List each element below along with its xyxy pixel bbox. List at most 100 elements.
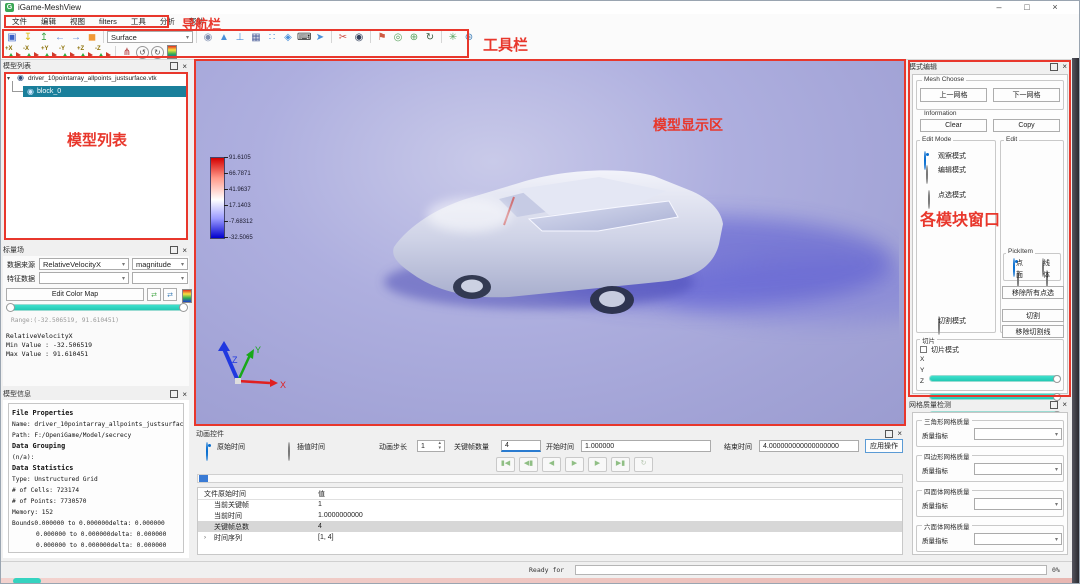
prev-keyframe-button[interactable]: ◀▮ bbox=[519, 457, 538, 472]
close-panel-icon[interactable]: × bbox=[182, 391, 187, 398]
visibility-icon[interactable]: ◉ bbox=[201, 31, 215, 44]
save-icon[interactable]: ▣ bbox=[5, 31, 19, 44]
original-time-radio[interactable] bbox=[206, 442, 208, 461]
next-mesh-button[interactable]: 下一网格 bbox=[993, 88, 1060, 102]
tet-metric-combo[interactable]: ▾ bbox=[974, 498, 1062, 510]
end-time-input[interactable]: 4.000000000000000000 bbox=[759, 440, 859, 452]
rotate-cw-90-icon[interactable]: ↻ bbox=[151, 46, 164, 59]
clear-button[interactable]: Clear bbox=[920, 119, 987, 132]
remove-all-picks-button[interactable]: 移除所有点选 bbox=[1002, 286, 1064, 299]
snap-icon[interactable]: ✳ bbox=[446, 31, 460, 44]
table-row[interactable]: 当前关键帧1 bbox=[198, 499, 902, 510]
range-min-handle[interactable] bbox=[6, 303, 15, 312]
slice-x-slider[interactable] bbox=[929, 375, 1061, 382]
representation-combo[interactable]: Surface▾ bbox=[107, 31, 193, 43]
edit-colormap-button[interactable]: Edit Color Map bbox=[6, 288, 144, 301]
skip-start-button[interactable]: ▮◀ bbox=[496, 457, 515, 472]
cut-button[interactable]: 切割 bbox=[1002, 309, 1064, 322]
cone-icon[interactable]: ▲ bbox=[217, 31, 231, 44]
colormap-swap-icon[interactable]: ⇄ bbox=[147, 288, 161, 301]
align-+y-button[interactable]: +Y bbox=[41, 46, 57, 59]
feature-component-combo[interactable]: ▾ bbox=[132, 272, 188, 284]
delete-icon[interactable]: ◼ bbox=[85, 31, 99, 44]
menu-item-帮助[interactable]: 帮助 bbox=[182, 16, 211, 27]
feature-combo[interactable]: ▾ bbox=[39, 272, 129, 284]
flatten-icon[interactable]: ⊥ bbox=[233, 31, 247, 44]
maximize-button[interactable]: □ bbox=[1013, 1, 1041, 14]
rotate-ccw-90-icon[interactable]: ↺ bbox=[136, 46, 149, 59]
mesh-cube-icon[interactable]: ▦ bbox=[249, 31, 263, 44]
step-spinbox[interactable]: 1▴▾ bbox=[417, 440, 445, 452]
pointer-icon[interactable]: ➤ bbox=[313, 31, 327, 44]
menu-item-视图[interactable]: 视图 bbox=[63, 16, 92, 27]
triangle-metric-combo[interactable]: ▾ bbox=[974, 428, 1062, 440]
colormap-import-icon[interactable]: ⇄ bbox=[163, 288, 177, 301]
hex-metric-combo[interactable]: ▾ bbox=[974, 533, 1062, 545]
tree-root-item[interactable]: driver_10pointarray_allpoints_justsurfac… bbox=[28, 75, 186, 82]
apply-button[interactable]: 应用操作 bbox=[865, 439, 903, 453]
float-panel-icon[interactable] bbox=[170, 246, 178, 254]
copy-button[interactable]: Copy bbox=[993, 119, 1060, 132]
block-eye-icon[interactable]: ◉ bbox=[27, 87, 34, 96]
export-icon[interactable]: ↥ bbox=[37, 31, 51, 44]
back-icon[interactable]: ← bbox=[53, 31, 67, 44]
refresh-icon[interactable]: ↻ bbox=[423, 31, 437, 44]
float-panel-icon[interactable] bbox=[170, 62, 178, 70]
viewport-3d[interactable]: 91.610566.787141.963717.1403-7.68312-32.… bbox=[194, 59, 906, 426]
table-row-expandable[interactable]: › 时间序列[1, 4] bbox=[198, 532, 902, 543]
close-panel-icon[interactable]: × bbox=[1062, 63, 1067, 70]
menu-item-工具[interactable]: 工具 bbox=[124, 16, 153, 27]
wireframe-icon[interactable]: ◈ bbox=[281, 31, 295, 44]
cut-selection-icon[interactable]: ✂ bbox=[336, 31, 350, 44]
forward-icon[interactable]: → bbox=[69, 31, 83, 44]
align-+z-button[interactable]: +Z bbox=[77, 46, 93, 59]
close-panel-icon[interactable]: × bbox=[1062, 401, 1067, 408]
remove-cut-lines-button[interactable]: 移除切割线 bbox=[1002, 325, 1064, 338]
flag-icon[interactable]: ⚑ bbox=[375, 31, 389, 44]
scalar-range-slider[interactable] bbox=[6, 304, 188, 311]
float-panel-icon[interactable] bbox=[1050, 63, 1058, 71]
points-icon[interactable]: ∷ bbox=[265, 31, 279, 44]
loop-button[interactable]: ↻ bbox=[634, 457, 653, 472]
close-panel-icon[interactable]: × bbox=[182, 63, 187, 70]
pick-mode-radio[interactable] bbox=[928, 190, 930, 209]
close-panel-icon[interactable]: × bbox=[897, 430, 902, 437]
import-icon[interactable]: ↧ bbox=[21, 31, 35, 44]
timeline-slider[interactable] bbox=[197, 474, 903, 483]
minimize-button[interactable]: – bbox=[985, 1, 1013, 14]
range-max-handle[interactable] bbox=[179, 303, 188, 312]
align--z-button[interactable]: -Z bbox=[95, 46, 111, 59]
menu-item-filters[interactable]: filters bbox=[92, 17, 124, 26]
tree-expand-caret[interactable]: ▾ bbox=[7, 75, 10, 82]
colormap-icon[interactable] bbox=[167, 45, 177, 59]
play-button[interactable]: ▶ bbox=[565, 457, 584, 472]
keyboard-icon[interactable]: ⌨ bbox=[297, 31, 311, 44]
axes-triad-icon[interactable]: ⋔ bbox=[120, 46, 134, 59]
slice-mode-checkbox[interactable] bbox=[920, 346, 927, 353]
pick-point-radio[interactable] bbox=[1013, 258, 1015, 277]
dark-eye-icon[interactable]: ◉ bbox=[352, 31, 366, 44]
table-row[interactable]: 当前时间1.0000000000 bbox=[198, 510, 902, 521]
data-source-combo[interactable]: RelativeVelocityX▾ bbox=[39, 258, 129, 270]
close-panel-icon[interactable]: × bbox=[182, 247, 187, 254]
expand-caret-icon[interactable]: › bbox=[204, 535, 206, 541]
target-icon[interactable]: ◎ bbox=[391, 31, 405, 44]
timeline-handle[interactable] bbox=[199, 475, 208, 482]
close-button[interactable]: × bbox=[1041, 1, 1069, 14]
tree-child-item[interactable]: ◉ block_0 bbox=[23, 86, 186, 97]
step-forward-button[interactable]: ▶ bbox=[588, 457, 607, 472]
skip-end-button[interactable]: ▶▮ bbox=[611, 457, 630, 472]
prev-mesh-button[interactable]: 上一网格 bbox=[920, 88, 987, 102]
menu-item-编辑[interactable]: 编辑 bbox=[34, 16, 63, 27]
align-+x-button[interactable]: +X bbox=[5, 46, 21, 59]
quad-metric-combo[interactable]: ▾ bbox=[974, 463, 1062, 475]
globe-icon[interactable]: ⊛ bbox=[462, 31, 476, 44]
step-back-button[interactable]: ◀ bbox=[542, 457, 561, 472]
align--x-button[interactable]: -X bbox=[23, 46, 39, 59]
component-combo[interactable]: magnitude▾ bbox=[132, 258, 188, 270]
edit-mode-radio[interactable] bbox=[926, 165, 928, 184]
start-time-input[interactable]: 1.000000 bbox=[581, 440, 711, 452]
float-panel-icon[interactable] bbox=[885, 430, 893, 438]
table-row-selected[interactable]: 关键帧总数4 bbox=[198, 521, 902, 532]
interpolated-time-radio[interactable] bbox=[288, 442, 290, 461]
